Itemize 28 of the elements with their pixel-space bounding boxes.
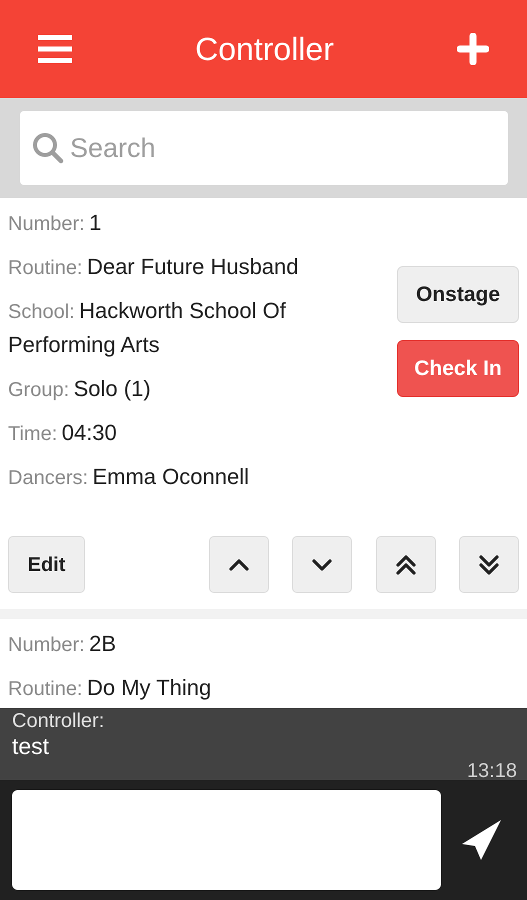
field-text: School: Hackworth School Of Performing Arts: [8, 297, 287, 359]
chevron-down-icon: [310, 556, 334, 572]
field-text: Dancers: Emma Oconnell: [8, 463, 250, 491]
field-text: Time: 04:30: [8, 419, 118, 447]
chat-time: 13:18: [466, 760, 517, 782]
move-top-button[interactable]: [376, 536, 436, 593]
message-input[interactable]: [12, 790, 441, 890]
move-bottom-button[interactable]: [459, 536, 519, 593]
header-title: Controller: [195, 30, 334, 69]
onstage-button[interactable]: Onstage: [397, 266, 519, 323]
edit-button[interactable]: Edit: [8, 536, 85, 593]
field-text: Number: 1: [8, 209, 102, 237]
chevron-up-icon: [226, 556, 250, 572]
move-down-button[interactable]: [292, 536, 352, 593]
send-icon[interactable]: [461, 819, 503, 861]
field-text: Group: Solo (1): [8, 375, 152, 403]
chat-message: test: [12, 732, 50, 760]
search-icon: [32, 132, 64, 164]
chat-sender: Controller:: [12, 710, 106, 732]
plus-icon[interactable]: [457, 33, 489, 65]
field-text: Routine: Dear Future Husband: [8, 253, 300, 281]
field-text: Number: 2B: [8, 630, 118, 658]
field-text: Routine: Do My Thing: [8, 674, 212, 702]
double-chevron-down-icon: [477, 554, 501, 576]
double-chevron-up-icon: [394, 554, 418, 576]
move-up-button[interactable]: [208, 536, 268, 593]
search-field[interactable]: Search: [20, 111, 508, 185]
menu-icon[interactable]: [38, 34, 72, 64]
